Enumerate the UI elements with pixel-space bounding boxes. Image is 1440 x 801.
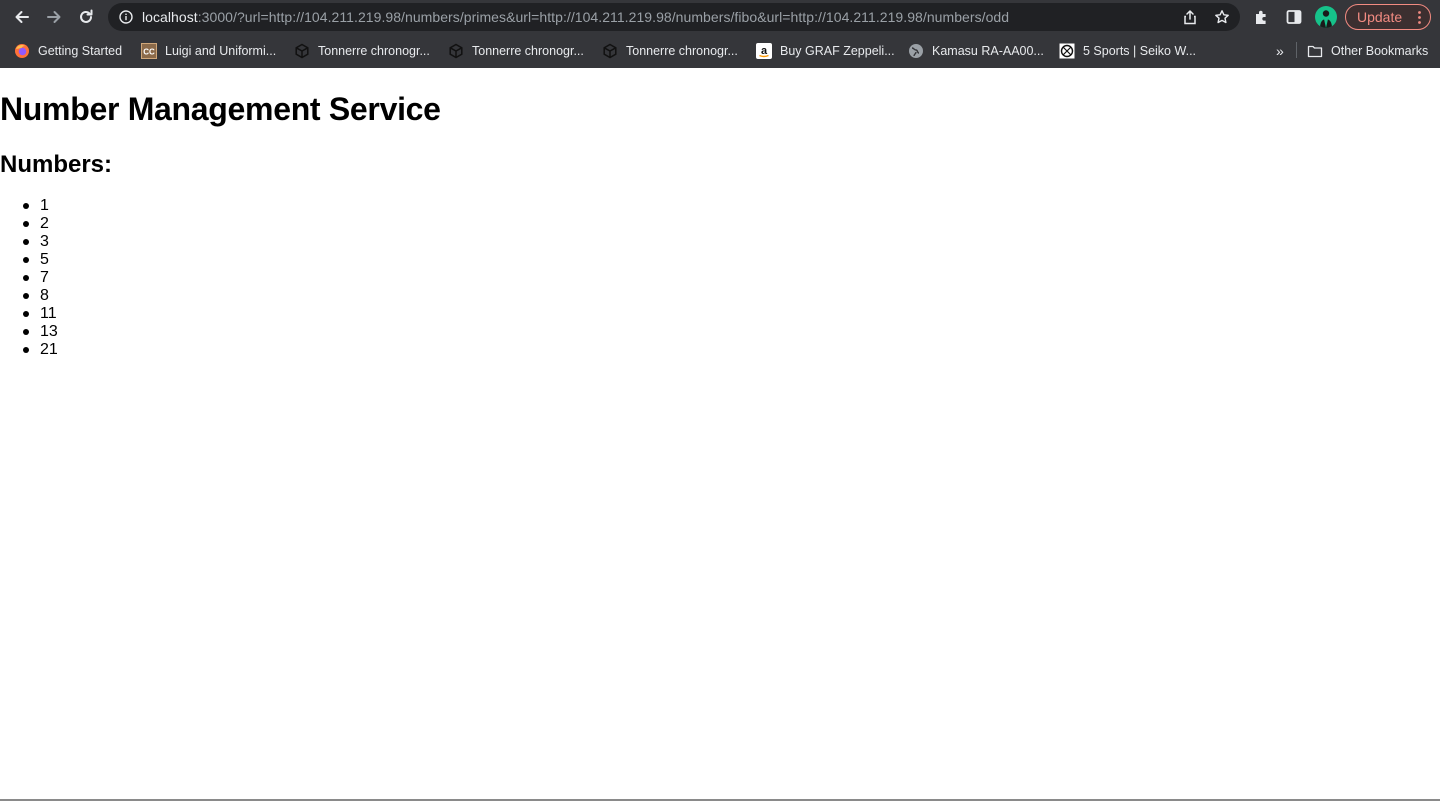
- forward-arrow-icon[interactable]: [42, 5, 66, 29]
- update-label: Update: [1357, 9, 1403, 25]
- bullet-marker: [23, 311, 29, 317]
- profile-avatar[interactable]: [1315, 6, 1337, 28]
- numbers-list: 1 2 3 5 7 8 11 13 21: [0, 197, 58, 359]
- bullet-marker: [23, 293, 29, 299]
- kebab-menu-icon[interactable]: [1418, 11, 1421, 24]
- bookmark-label: Tonnerre chronogr...: [318, 44, 430, 58]
- bookmark-item[interactable]: CC Luigi and Uniformi...: [141, 42, 276, 60]
- other-bookmarks-button[interactable]: Other Bookmarks: [1307, 42, 1428, 60]
- bullet-marker: [23, 275, 29, 281]
- bookmark-label: Tonnerre chronogr...: [626, 44, 738, 58]
- number-value: 8: [40, 287, 49, 304]
- info-icon[interactable]: [119, 10, 133, 24]
- bookmark-label: 5 Sports | Seiko W...: [1083, 44, 1197, 58]
- number-value: 1: [40, 197, 49, 214]
- list-item: 1: [0, 197, 58, 215]
- browser-chrome: localhost:3000/?url=http://104.211.219.9…: [0, 0, 1440, 68]
- bookmark-item[interactable]: a Buy GRAF Zeppeli...: [756, 42, 895, 60]
- numbers-heading: Numbers:: [0, 151, 113, 178]
- update-button[interactable]: Update: [1345, 4, 1431, 30]
- bookmark-label: Luigi and Uniformi...: [165, 44, 277, 58]
- share-icon[interactable]: [1182, 9, 1198, 25]
- list-item: 2: [0, 215, 58, 233]
- list-item: 8: [0, 287, 58, 305]
- number-value: 21: [40, 341, 58, 358]
- svg-text:CC: CC: [143, 48, 155, 57]
- page-content: Number Management Service Numbers: 1 2 3…: [0, 68, 1440, 801]
- number-value: 11: [40, 305, 57, 322]
- cube-icon: [294, 43, 310, 59]
- list-item: 13: [0, 323, 58, 341]
- bookmark-item[interactable]: Tonnerre chronogr...: [602, 42, 738, 60]
- overflow-chevron-icon: »: [1276, 43, 1284, 59]
- bookmarks-divider: [1296, 42, 1297, 58]
- other-bookmarks-label: Other Bookmarks: [1331, 44, 1429, 58]
- seiko-icon: [1059, 43, 1075, 59]
- svg-text:a: a: [761, 45, 768, 57]
- bookmark-item[interactable]: Kamasu RA-AA00...: [908, 42, 1044, 60]
- back-arrow-icon[interactable]: [10, 5, 34, 29]
- cc-icon: CC: [141, 43, 157, 59]
- bullet-marker: [23, 257, 29, 263]
- list-item: 3: [0, 233, 58, 251]
- bookmarks-bar: Getting Started CC Luigi and Uniformi...…: [0, 34, 1440, 68]
- page-title: Number Management Service: [0, 91, 441, 127]
- bookmark-item[interactable]: Tonnerre chronogr...: [448, 42, 584, 60]
- list-item: 11: [0, 305, 58, 323]
- bullet-marker: [23, 347, 29, 353]
- bookmark-label: Getting Started: [38, 44, 123, 58]
- bullet-marker: [23, 203, 29, 209]
- bookmark-item[interactable]: Tonnerre chronogr...: [294, 42, 430, 60]
- firefox-icon: [14, 43, 30, 59]
- bullet-marker: [23, 239, 29, 245]
- cube-icon: [448, 43, 464, 59]
- bullet-marker: [23, 221, 29, 227]
- url-text: localhost:3000/?url=http://104.211.219.9…: [142, 9, 1009, 25]
- reload-icon[interactable]: [74, 5, 98, 29]
- cube-icon: [602, 43, 618, 59]
- number-value: 2: [40, 215, 49, 232]
- puzzle-icon[interactable]: [1253, 8, 1271, 26]
- bookmark-label: Kamasu RA-AA00...: [932, 44, 1044, 58]
- url-host: localhost: [142, 9, 198, 25]
- bookmark-item[interactable]: Getting Started: [14, 42, 122, 60]
- number-value: 3: [40, 233, 49, 250]
- globe-icon: [908, 43, 924, 59]
- bookmarks-overflow-button[interactable]: »: [1276, 42, 1284, 60]
- browser-toolbar: localhost:3000/?url=http://104.211.219.9…: [0, 0, 1440, 34]
- list-item: 21: [0, 341, 58, 359]
- number-value: 5: [40, 251, 49, 268]
- list-item: 5: [0, 251, 58, 269]
- bookmark-label: Buy GRAF Zeppeli...: [780, 44, 895, 58]
- address-bar[interactable]: localhost:3000/?url=http://104.211.219.9…: [108, 3, 1240, 31]
- bookmark-item[interactable]: 5 Sports | Seiko W...: [1059, 42, 1196, 60]
- star-icon[interactable]: [1214, 9, 1230, 25]
- side-panel-icon[interactable]: [1285, 8, 1303, 26]
- number-value: 13: [40, 323, 58, 340]
- number-value: 7: [40, 269, 49, 286]
- amazon-icon: a: [756, 43, 772, 59]
- url-path: :3000/?url=http://104.211.219.98/numbers…: [197, 9, 1010, 25]
- bookmark-label: Tonnerre chronogr...: [472, 44, 584, 58]
- folder-icon: [1307, 43, 1323, 59]
- list-item: 7: [0, 269, 58, 287]
- bullet-marker: [23, 329, 29, 335]
